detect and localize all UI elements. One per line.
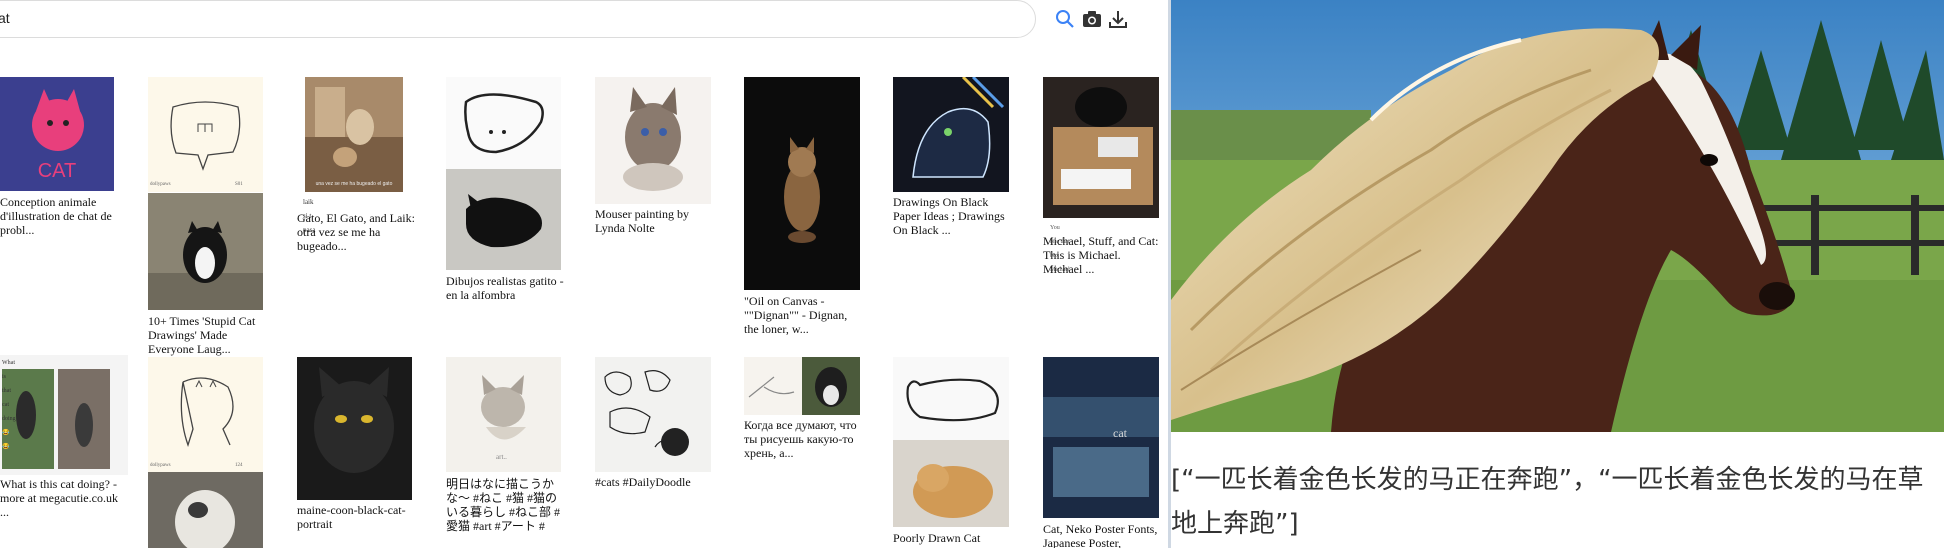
- overlay-text: dollypaws: [150, 182, 171, 187]
- result-image-box-cat[interactable]: [1043, 77, 1159, 218]
- result-caption: Когда все думают, что ты рисуешь какую-т…: [744, 418, 857, 460]
- svg-text:cat: cat: [1113, 426, 1128, 440]
- result-image-tuxedo-cat[interactable]: [148, 193, 263, 310]
- result-image-pink-cat[interactable]: CAT: [0, 77, 114, 191]
- detail-panel: [“一匹长着金色长发的马正在奔跑”，“一匹长着金色长发的马在草地上奔跑”]: [1171, 0, 1944, 548]
- result-caption: Gato, El Gato, and Laik: otra vez se me …: [297, 211, 415, 253]
- camera-icon[interactable]: [1081, 8, 1103, 30]
- result-image-black-paper[interactable]: [893, 77, 1009, 192]
- result-caption: What is this cat doing? - more at megacu…: [0, 477, 118, 519]
- result-caption: Conception animale d'illustration de cha…: [0, 195, 112, 237]
- result-image-black-cat[interactable]: [297, 357, 412, 500]
- result-caption: 10+ Times 'Stupid Cat Drawings' Made Eve…: [148, 314, 256, 356]
- result-image-neko-poster[interactable]: cat: [1043, 357, 1159, 518]
- svg-text:art..: art..: [496, 453, 507, 461]
- result-caption: Mouser painting by Lynda Nolte: [595, 207, 689, 235]
- result-image-hand-draw[interactable]: [744, 357, 860, 415]
- result-image-doodles[interactable]: [595, 357, 711, 472]
- result-caption: "Oil on Canvas - ""Dignan"" - Dignan, th…: [744, 294, 848, 336]
- overlay-text: What is that cat doing 😂😂: [2, 360, 16, 450]
- result-caption: maine-coon-black-cat-portrait: [297, 503, 406, 531]
- result-image-orange-cat[interactable]: [893, 440, 1009, 527]
- result-image-memes[interactable]: [0, 355, 128, 475]
- image-caption: [“一匹长着金色长发的马正在奔跑”，“一匹长着金色长发的马在草地上奔跑”]: [1171, 465, 1924, 539]
- download-icon[interactable]: [1107, 8, 1129, 30]
- result-image-black-kitten[interactable]: [446, 169, 561, 270]
- result-image-poorly-drawn[interactable]: [893, 357, 1009, 440]
- result-caption: #cats #DailyDoodle: [595, 475, 691, 489]
- result-image-hallway-cats[interactable]: una vez se me ha bugeado el gato: [305, 77, 403, 192]
- result-image-oil-cat[interactable]: [744, 77, 860, 290]
- search-bar[interactable]: cat: [0, 0, 1036, 38]
- result-caption: 明日はなに描こうかな〜 #ねこ #猫 #猫のいる暮らし #ねこ部 #愛猫 #ar…: [446, 477, 561, 533]
- svg-text:una vez se me ha bugeado el ga: una vez se me ha bugeado el gato: [316, 181, 393, 187]
- search-icon[interactable]: [1054, 8, 1076, 30]
- search-input[interactable]: cat: [0, 10, 10, 26]
- svg-text:CAT: CAT: [38, 160, 77, 182]
- result-image-drawn-bubble[interactable]: [148, 77, 263, 192]
- result-caption: Poorly Drawn Cat: [893, 531, 981, 545]
- result-image-white-cat[interactable]: [148, 472, 263, 548]
- result-caption: Dibujos realistas gatito - en la alfombr…: [446, 274, 564, 302]
- result-image-watercolor-cat[interactable]: [595, 77, 711, 204]
- result-caption: Michael, Stuff, and Cat: This is Michael…: [1043, 234, 1159, 276]
- result-image-sketch-cat[interactable]: art..: [446, 357, 561, 472]
- search-results-panel: cat CAT Conception animale d'illustratio…: [0, 0, 1168, 548]
- horse-photo: [1171, 0, 1944, 432]
- result-caption: Cat, Neko Poster Fonts, Japanese Poster,: [1043, 522, 1158, 548]
- result-caption: Drawings On Black Paper Ideas ; Drawings…: [893, 195, 1005, 237]
- overlay-text: dollypaws: [150, 463, 171, 468]
- result-image-round-drawing[interactable]: [148, 357, 263, 472]
- result-image-blob-drawing[interactable]: [446, 77, 561, 169]
